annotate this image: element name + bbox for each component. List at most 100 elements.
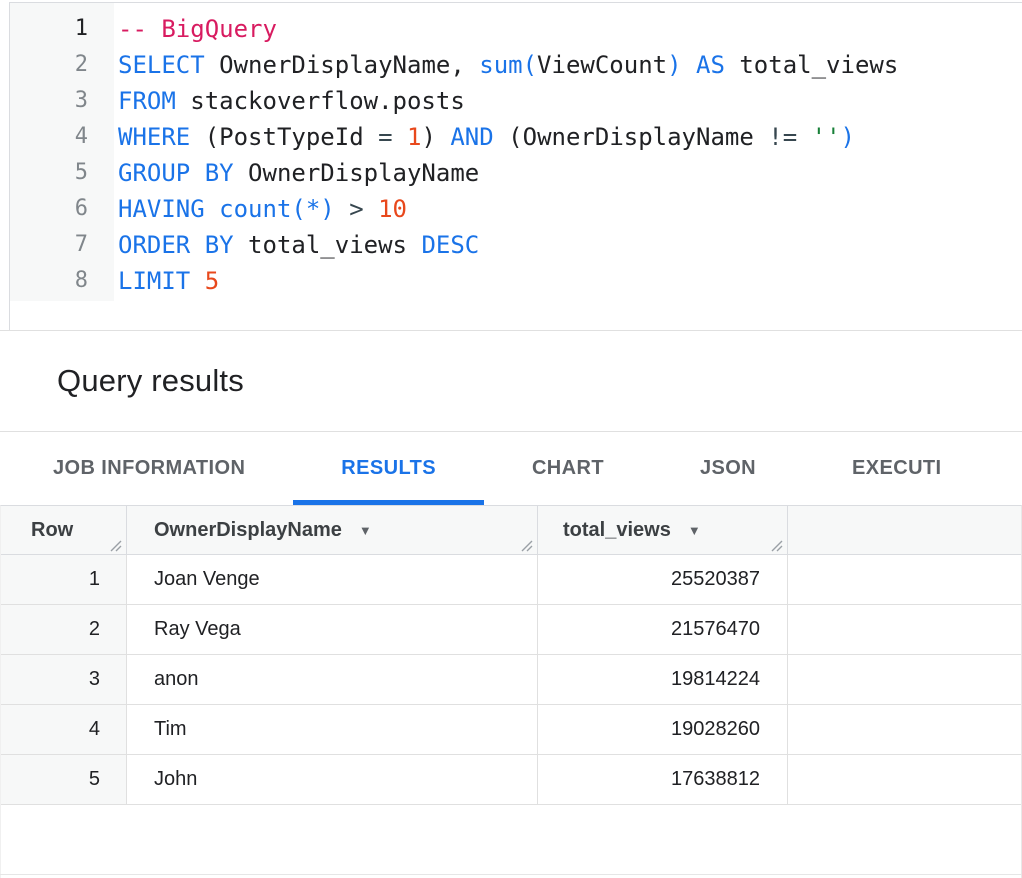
query-editor-panel: 12345678 -- BigQuerySELECT OwnerDisplayN… xyxy=(0,0,1022,331)
code-token: != xyxy=(768,123,797,151)
line-number: 5 xyxy=(10,155,114,191)
table-row: 2Ray Vega21576470 xyxy=(1,605,1021,655)
code-line[interactable]: WHERE (PostTypeId = 1) AND (OwnerDisplay… xyxy=(118,119,1022,155)
panel-bottom-divider xyxy=(0,874,1022,875)
line-number: 3 xyxy=(10,83,114,119)
cell-owner-display-name: anon xyxy=(127,655,538,704)
code-token: '' xyxy=(812,123,841,151)
column-resize-handle-icon[interactable] xyxy=(108,536,123,551)
table-row: 1Joan Venge25520387 xyxy=(1,555,1021,605)
results-table-body: 1Joan Venge255203872Ray Vega215764703ano… xyxy=(1,555,1021,805)
code-line[interactable]: FROM stackoverflow.posts xyxy=(118,83,1022,119)
cell-filler xyxy=(788,605,1021,654)
code-token: ) xyxy=(421,123,450,151)
code-token: ViewCount xyxy=(537,51,667,79)
line-number: 1 xyxy=(10,11,114,47)
cell-row-number: 1 xyxy=(1,555,127,604)
cell-row-number: 2 xyxy=(1,605,127,654)
tab-executi[interactable]: EXECUTI xyxy=(804,432,989,505)
cell-total-views: 17638812 xyxy=(538,755,788,804)
cell-total-views: 21576470 xyxy=(538,605,788,654)
code-token xyxy=(682,51,696,79)
code-token: total_views xyxy=(234,231,422,259)
cell-total-views: 25520387 xyxy=(538,555,788,604)
line-number: 2 xyxy=(10,47,114,83)
code-line[interactable]: LIMIT 5 xyxy=(118,263,1022,299)
code-token: ) xyxy=(667,51,681,79)
tab-json[interactable]: JSON xyxy=(652,432,804,505)
tab-chart[interactable]: CHART xyxy=(484,432,652,505)
line-number: 6 xyxy=(10,191,114,227)
line-number: 8 xyxy=(10,263,114,299)
column-sort-dropdown-icon[interactable]: ▼ xyxy=(688,524,701,537)
code-token: stackoverflow.posts xyxy=(176,87,465,115)
code-line[interactable]: SELECT OwnerDisplayName, sum(ViewCount) … xyxy=(118,47,1022,83)
code-token: sum( xyxy=(479,51,537,79)
editor-gutter: 12345678 xyxy=(10,3,114,330)
cell-owner-display-name: Ray Vega xyxy=(127,605,538,654)
cell-row-number: 3 xyxy=(1,655,127,704)
cell-row-number: 5 xyxy=(1,755,127,804)
code-token: GROUP BY xyxy=(118,159,234,187)
cell-total-views: 19028260 xyxy=(538,705,788,754)
line-number: 7 xyxy=(10,227,114,263)
results-table-header: Row OwnerDisplayName ▼ total_views ▼ xyxy=(1,506,1021,555)
code-token: -- BigQuery xyxy=(118,15,277,43)
column-resize-handle-icon[interactable] xyxy=(769,536,784,551)
code-line[interactable]: HAVING count(*) > 10 xyxy=(118,191,1022,227)
code-token xyxy=(797,123,811,151)
code-token xyxy=(205,195,219,223)
cell-filler xyxy=(788,705,1021,754)
cell-total-views: 19814224 xyxy=(538,655,788,704)
code-token: (OwnerDisplayName xyxy=(494,123,769,151)
line-number: 4 xyxy=(10,119,114,155)
code-token: OwnerDisplayName xyxy=(234,159,480,187)
column-header-label: total_views xyxy=(563,519,671,542)
editor-gutter-numbers: 12345678 xyxy=(10,3,114,301)
column-header-label: Row xyxy=(31,519,73,542)
results-table: Row OwnerDisplayName ▼ total_views ▼ 1Joan V… xyxy=(0,505,1022,878)
code-token: 1 xyxy=(407,123,421,151)
code-line[interactable]: ORDER BY total_views DESC xyxy=(118,227,1022,263)
table-row: 5John17638812 xyxy=(1,755,1021,805)
code-line[interactable]: -- BigQuery xyxy=(118,11,1022,47)
code-line[interactable]: GROUP BY OwnerDisplayName xyxy=(118,155,1022,191)
table-row: 4Tim19028260 xyxy=(1,705,1021,755)
code-token xyxy=(393,123,407,151)
column-header-row: Row xyxy=(1,506,127,554)
code-token: total_views xyxy=(725,51,898,79)
query-results-header: Query results xyxy=(0,331,1022,432)
column-sort-dropdown-icon[interactable]: ▼ xyxy=(359,524,372,537)
code-token: 5 xyxy=(205,267,219,295)
cell-row-number: 4 xyxy=(1,705,127,754)
column-resize-handle-icon[interactable] xyxy=(519,536,534,551)
code-token: AND xyxy=(450,123,493,151)
column-header-filler xyxy=(788,506,1021,554)
column-header-total-views: total_views ▼ xyxy=(538,506,788,554)
code-token: FROM xyxy=(118,87,176,115)
column-header-label: OwnerDisplayName xyxy=(154,519,342,542)
code-token: OwnerDisplayName, xyxy=(205,51,480,79)
sql-editor-code[interactable]: -- BigQuery SELECT OwnerDisplayName, sum(… xyxy=(114,3,1022,330)
code-token: LIMIT xyxy=(118,267,190,295)
code-token: > xyxy=(349,195,363,223)
results-tab-bar: JOB INFORMATIONRESULTSCHARTJSONEXECUTI xyxy=(0,432,1022,505)
cell-owner-display-name: John xyxy=(127,755,538,804)
page-title: Query results xyxy=(57,363,244,399)
sql-editor[interactable]: 12345678 -- BigQuerySELECT OwnerDisplayN… xyxy=(9,2,1022,330)
code-token xyxy=(335,195,349,223)
code-token: count(*) xyxy=(219,195,335,223)
tab-results[interactable]: RESULTS xyxy=(293,432,484,505)
column-header-ownerdisplayname: OwnerDisplayName ▼ xyxy=(127,506,538,554)
cell-owner-display-name: Tim xyxy=(127,705,538,754)
code-token: ) xyxy=(841,123,855,151)
cell-filler xyxy=(788,555,1021,604)
tab-job-information[interactable]: JOB INFORMATION xyxy=(5,432,293,505)
code-token: DESC xyxy=(421,231,479,259)
cell-filler xyxy=(788,755,1021,804)
code-token xyxy=(364,195,378,223)
code-token: (PostTypeId xyxy=(190,123,378,151)
code-token: AS xyxy=(696,51,725,79)
code-token: = xyxy=(378,123,392,151)
code-token: WHERE xyxy=(118,123,190,151)
